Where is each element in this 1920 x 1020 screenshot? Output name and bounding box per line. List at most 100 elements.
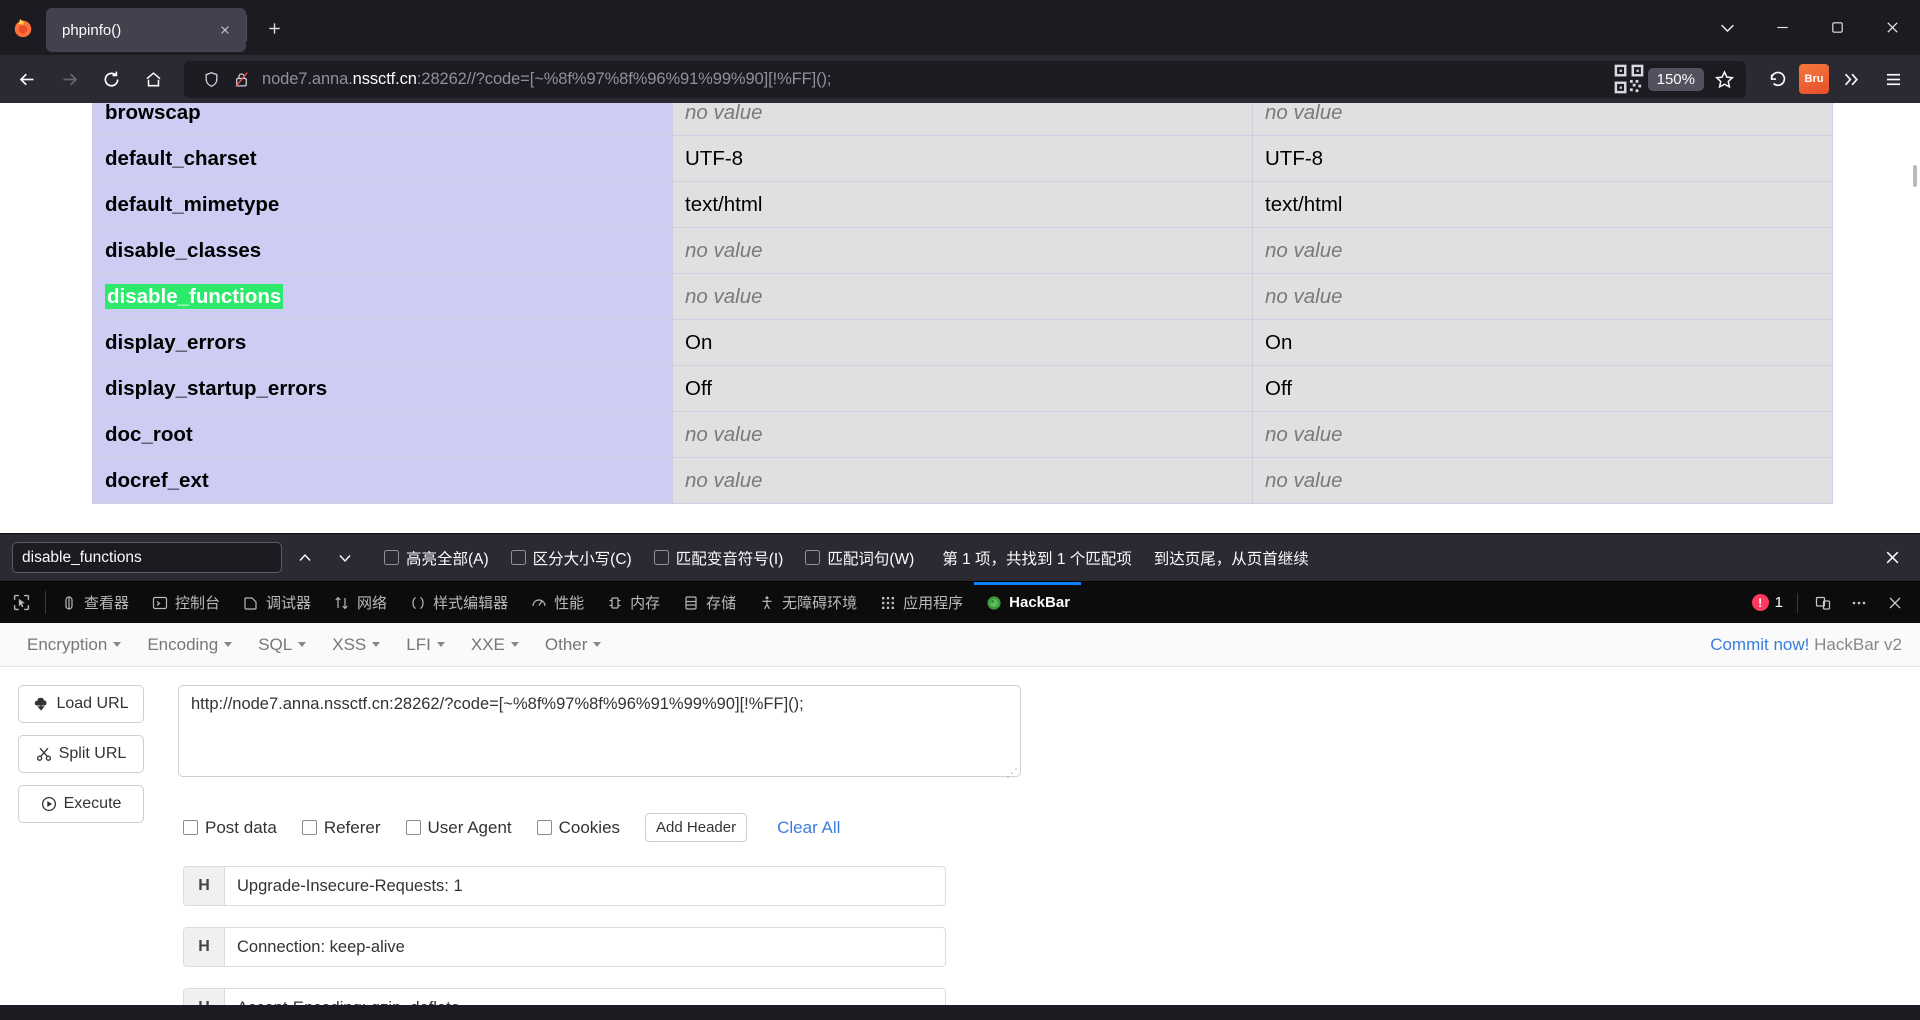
find-next-icon[interactable] (328, 542, 362, 574)
reload-button-icon[interactable] (91, 60, 131, 98)
post-data-checkbox[interactable]: Post data (183, 818, 277, 838)
devtools-tab-network[interactable]: 网络 (322, 582, 398, 623)
minimize-button[interactable] (1755, 4, 1810, 50)
devtools-tab-debugger[interactable]: 调试器 (231, 582, 322, 623)
devtools-tab-memory[interactable]: 内存 (595, 582, 671, 623)
insecure-connection-lock-icon[interactable] (226, 64, 256, 94)
checkbox-box[interactable] (510, 550, 526, 565)
user-agent-checkbox[interactable]: User Agent (405, 818, 512, 838)
overflow-menu-icon[interactable] (1831, 60, 1871, 98)
find-whole-words-checkbox[interactable]: 匹配词句(W) (805, 547, 914, 569)
checkbox-box[interactable] (653, 550, 669, 565)
chevron-down-icon (372, 642, 381, 647)
local-value-cell: no value (672, 411, 1253, 458)
devtools-tab-accessibility[interactable]: 无障碍环境 (747, 582, 868, 623)
maximize-button[interactable] (1810, 4, 1865, 50)
tracking-protection-shield-icon[interactable] (196, 64, 226, 94)
commit-now-link[interactable]: Commit now! (1710, 635, 1809, 654)
app-menu-icon[interactable] (1873, 60, 1913, 98)
url-bar[interactable]: node7.anna.nssctf.cn:28262//?code=[~%8f%… (184, 60, 1746, 98)
zoom-level-indicator[interactable]: 150% (1647, 67, 1704, 91)
forward-button-icon[interactable] (49, 60, 89, 98)
devtools-tab-hackbar[interactable]: HackBar (974, 582, 1081, 623)
checkbox-box[interactable] (183, 820, 198, 835)
find-match-diacritics-checkbox[interactable]: 匹配变音符号(I) (653, 547, 783, 569)
page-scrollbar-thumb[interactable] (1913, 165, 1917, 187)
hackbar-menu-xss[interactable]: XSS (319, 631, 393, 659)
header-badge: H (184, 989, 225, 1005)
bookmark-star-icon[interactable] (1708, 64, 1740, 94)
back-button-icon[interactable] (7, 60, 47, 98)
window-controls (1700, 4, 1920, 50)
devtools-tab-performance[interactable]: 性能 (519, 582, 595, 623)
header-value-input[interactable]: Upgrade-Insecure-Requests: 1 (225, 867, 945, 905)
checkbox-box[interactable] (301, 820, 317, 835)
hackbar-menu-sql[interactable]: SQL (245, 631, 319, 659)
chevron-down-icon (436, 642, 445, 647)
devtools-tab-inspector[interactable]: 查看器 (49, 582, 140, 623)
table-row: doc_root no value no value (92, 411, 1833, 458)
execute-button[interactable]: Execute (18, 785, 144, 823)
devtools-tab-label: 性能 (554, 595, 585, 612)
checkbox-box[interactable] (805, 550, 821, 565)
page-scrollbar[interactable] (1904, 103, 1920, 533)
hackbar-url-textarea[interactable] (178, 685, 1021, 777)
new-tab-button[interactable] (255, 9, 293, 47)
header-row[interactable]: H Connection: keep-alive (183, 927, 946, 967)
checkbox-box[interactable] (536, 820, 552, 835)
close-window-button[interactable] (1865, 4, 1920, 50)
devtools-tab-application[interactable]: 应用程序 (868, 582, 974, 623)
responsive-design-mode-icon[interactable] (1806, 586, 1840, 620)
phpinfo-table-body: browscap no value no value default_charset U… (92, 103, 1833, 504)
element-picker-icon[interactable] (0, 582, 42, 623)
url-host: nssctf.cn (352, 69, 417, 88)
header-row[interactable]: HAccept-Encoding: gzip, deflate (183, 988, 946, 1005)
find-bar-close-icon[interactable] (1874, 541, 1910, 575)
devtools-tab-style-editor[interactable]: 样式编辑器 (398, 582, 519, 623)
add-header-button[interactable]: Add Header (645, 813, 748, 842)
home-button-icon[interactable] (133, 60, 173, 98)
hackbar-menu-xxe[interactable]: XXE (458, 631, 532, 659)
clear-all-link[interactable]: Clear All (777, 818, 840, 838)
hackbar-body: Load URL Split URL Execute ⋰ (0, 667, 1920, 1005)
directive-name-cell: display_startup_errors (92, 365, 673, 412)
checkbox-box[interactable] (384, 550, 399, 565)
accessibility-icon (758, 594, 776, 612)
hackbar-menu-other[interactable]: Other (532, 631, 615, 659)
header-value-input[interactable]: Connection: keep-alive (225, 928, 945, 966)
url-textarea-wrapper: ⋰ (178, 685, 1021, 782)
hackbar-menu-lfi[interactable]: LFI (393, 631, 458, 659)
undo-close-tab-icon[interactable] (1757, 60, 1797, 98)
close-tab-icon[interactable] (212, 17, 238, 43)
devtools-close-icon[interactable] (1878, 586, 1912, 620)
checkbox-box[interactable] (405, 820, 421, 835)
find-previous-icon[interactable] (288, 542, 322, 574)
header-row[interactable]: H Upgrade-Insecure-Requests: 1 (183, 866, 946, 906)
master-value-cell: no value (1252, 273, 1833, 320)
devtools-tab-console[interactable]: 控制台 (140, 582, 231, 623)
master-value-cell: no value (1252, 457, 1833, 504)
play-icon (41, 796, 56, 812)
referer-checkbox[interactable]: Referer (301, 818, 381, 838)
split-url-button[interactable]: Split URL (18, 735, 144, 773)
list-all-tabs-icon[interactable] (1700, 4, 1755, 50)
hackbar-icon (985, 594, 1003, 612)
hackbar-menu-encoding[interactable]: Encoding (134, 631, 245, 659)
tab-phpinfo[interactable]: phpinfo() (46, 8, 246, 52)
error-count-badge[interactable]: ! 1 (1746, 594, 1789, 611)
find-input[interactable] (12, 542, 282, 573)
header-value-input[interactable]: Accept-Encoding: gzip, deflate (225, 989, 945, 1006)
hackbar-menu-label: XXE (470, 634, 505, 654)
load-url-button[interactable]: Load URL (18, 685, 144, 723)
devtools-tab-storage[interactable]: 存储 (671, 582, 747, 623)
find-match-case-checkbox[interactable]: 区分大小写(C) (510, 547, 632, 569)
devtools-options-icon[interactable] (1842, 586, 1876, 620)
cookies-checkbox[interactable]: Cookies (536, 818, 620, 838)
navigation-toolbar: node7.anna.nssctf.cn:28262//?code=[~%8f%… (0, 55, 1920, 103)
find-highlight-all-checkbox[interactable]: 高亮全部(A) (384, 547, 489, 569)
toolbar-divider (45, 591, 46, 614)
extension-bru-icon[interactable]: Bru (1799, 64, 1829, 94)
hackbar-menu-encryption[interactable]: Encryption (14, 631, 134, 659)
url-text[interactable]: node7.anna.nssctf.cn:28262//?code=[~%8f%… (256, 70, 1614, 89)
qr-code-icon[interactable] (1614, 64, 1644, 94)
